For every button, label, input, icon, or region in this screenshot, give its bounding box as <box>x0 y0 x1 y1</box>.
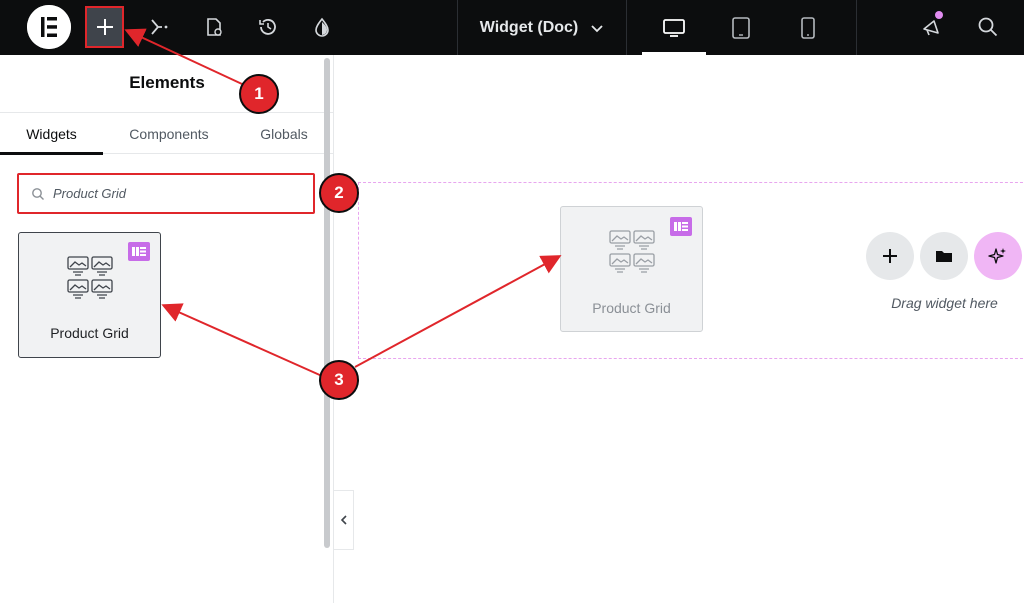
panel-scrollbar[interactable] <box>324 58 330 548</box>
collapse-panel-button[interactable] <box>334 490 354 550</box>
divider <box>626 0 627 55</box>
document-title: Widget (Doc) <box>479 18 579 36</box>
widget-label: Product Grid <box>592 300 671 316</box>
page-settings-button[interactable] <box>194 7 234 47</box>
add-section-button[interactable] <box>866 232 914 280</box>
whats-new-button[interactable] <box>912 7 952 47</box>
history-icon <box>259 19 276 35</box>
product-grid-icon <box>609 230 655 273</box>
drag-widget-hint: Drag widget here <box>891 295 998 311</box>
add-element-button[interactable] <box>85 6 124 48</box>
drop-icon <box>315 17 329 37</box>
pro-badge-icon <box>128 242 150 261</box>
history-button[interactable] <box>248 7 288 47</box>
add-template-button[interactable] <box>920 232 968 280</box>
widget-label: Product Grid <box>50 325 129 341</box>
product-grid-icon <box>67 256 113 299</box>
editor-root: Widget (Doc) Elements Widgets Components… <box>0 0 1024 603</box>
widget-search-input[interactable]: Product Grid <box>17 173 315 214</box>
dragged-product-grid-widget[interactable]: Product Grid <box>560 206 703 332</box>
product-grid-widget[interactable]: Product Grid <box>18 232 161 358</box>
annotation-badge-3: 3 <box>319 360 359 400</box>
mobile-icon <box>801 16 815 39</box>
search-icon <box>978 17 998 37</box>
tablet-view-button[interactable] <box>703 0 779 55</box>
plus-icon <box>883 249 897 263</box>
tab-components[interactable]: Components <box>113 113 225 154</box>
folder-icon <box>936 251 952 262</box>
document-switcher[interactable]: Widget (Doc) <box>458 0 626 55</box>
annotation-badge-1: 1 <box>239 74 279 114</box>
top-bar: Widget (Doc) <box>0 0 1024 55</box>
divider <box>856 0 857 55</box>
desktop-icon <box>663 18 685 37</box>
notification-dot <box>935 11 943 19</box>
panel-tabs: Widgets Components Globals <box>0 112 334 155</box>
structure-button[interactable] <box>140 7 180 47</box>
tab-widgets[interactable]: Widgets <box>0 113 103 155</box>
chevron-left-icon <box>340 515 347 525</box>
elements-panel: Elements Widgets Components Globals Prod… <box>0 55 334 603</box>
search-icon <box>32 187 44 200</box>
elementor-logo-icon[interactable] <box>27 5 71 49</box>
mobile-view-button[interactable] <box>770 0 846 55</box>
panel-title: Elements <box>129 73 205 92</box>
sparkle-icon <box>988 248 1006 264</box>
chevron-down-icon <box>591 24 603 32</box>
pro-badge-icon <box>670 217 692 236</box>
search-button[interactable] <box>968 7 1008 47</box>
page-settings-icon <box>207 18 222 36</box>
tab-globals[interactable]: Globals <box>248 113 320 154</box>
ai-button[interactable] <box>974 232 1022 280</box>
structure-icon <box>151 19 168 35</box>
plus-icon <box>96 19 113 35</box>
desktop-view-button[interactable] <box>636 0 712 55</box>
annotation-badge-2: 2 <box>319 173 359 213</box>
site-settings-button[interactable] <box>302 7 342 47</box>
search-value: Product Grid <box>53 186 126 201</box>
tablet-icon <box>732 16 750 39</box>
